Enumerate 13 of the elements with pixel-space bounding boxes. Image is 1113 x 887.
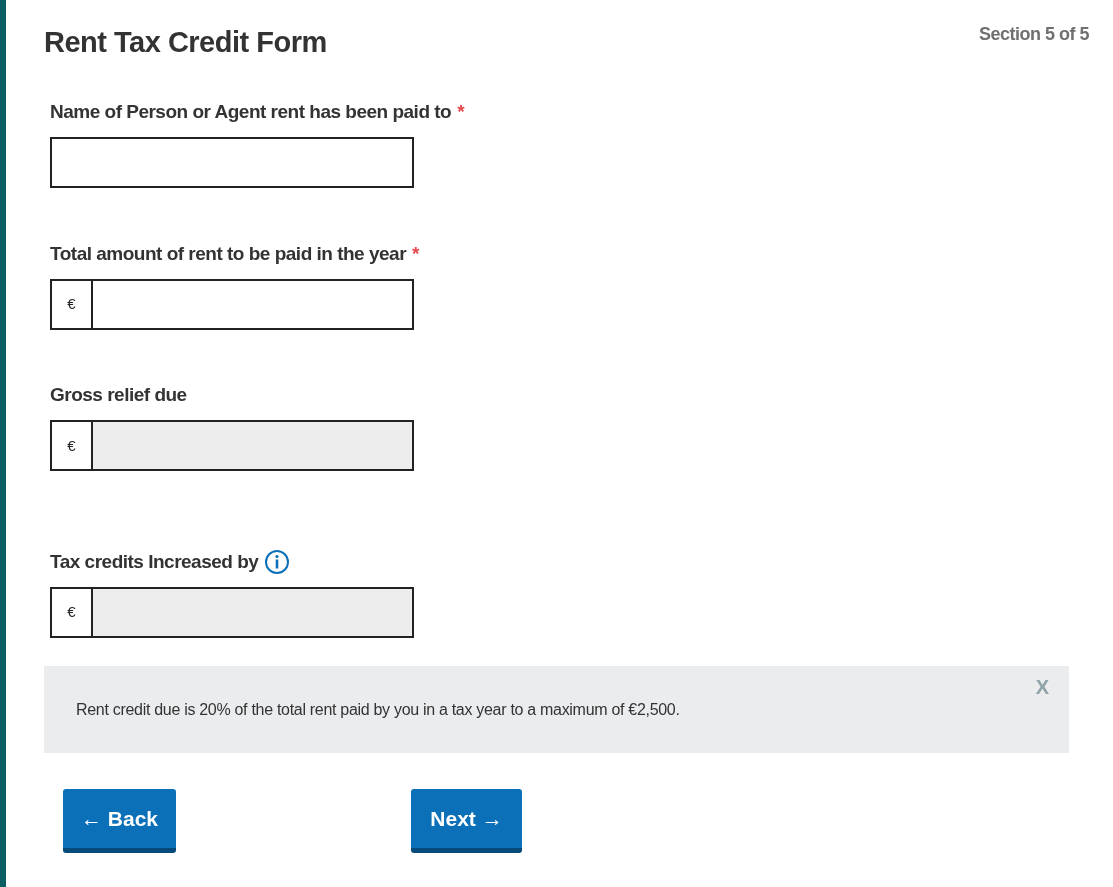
section-indicator: Section 5 of 5 bbox=[978, 23, 1089, 46]
back-button[interactable]: ← Back bbox=[63, 789, 176, 853]
required-mark: * bbox=[412, 241, 420, 266]
field-label: Name of Person or Agent rent has been paid to bbox=[50, 99, 452, 124]
required-mark: * bbox=[457, 99, 465, 124]
field-label: Total amount of rent to be paid in the year bbox=[50, 241, 407, 266]
field-label: Tax credits Increased by bbox=[50, 550, 259, 574]
form-title: Rent Tax Credit Form bbox=[44, 25, 327, 60]
next-button[interactable]: Next → bbox=[411, 789, 522, 853]
notice-text: Rent credit due is 20% of the total rent paid by you in a tax year to a maximum of €2,500. bbox=[76, 699, 680, 720]
field-label: Gross relief due bbox=[50, 383, 187, 408]
currency-input-field[interactable]: € bbox=[50, 278, 414, 330]
input-field[interactable] bbox=[50, 136, 414, 188]
